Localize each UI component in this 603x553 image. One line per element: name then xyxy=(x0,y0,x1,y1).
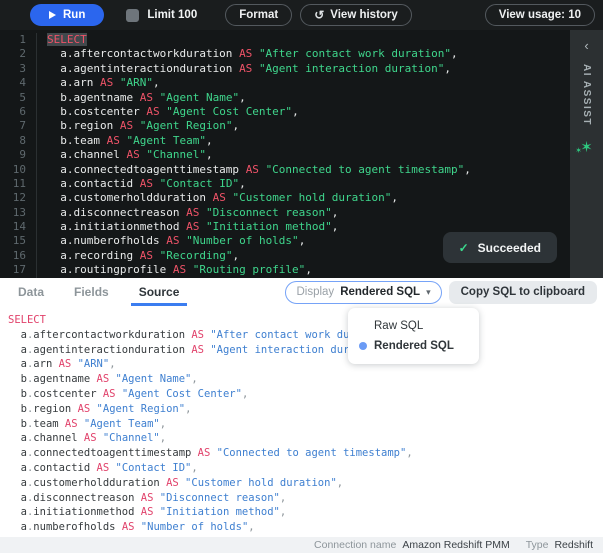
rendered-sql-line: a.numberofholds AS "Number of holds", xyxy=(8,520,603,535)
view-history-label: View history xyxy=(330,9,398,21)
rendered-sql-line: b.team AS "Agent Team", xyxy=(8,417,603,432)
code-line: a.channel AS "Channel", xyxy=(47,148,471,162)
line-number: 9 xyxy=(0,148,26,162)
rendered-sql-line: a.initiationmethod AS "Initiation method… xyxy=(8,505,603,520)
line-number: 5 xyxy=(0,91,26,105)
code-line: a.aftercontactworkduration AS "After con… xyxy=(47,47,471,61)
tab-data[interactable]: Data xyxy=(10,278,52,306)
tabs: Data Fields Source xyxy=(10,278,201,306)
code-line: b.agentname AS "Agent Name", xyxy=(47,91,471,105)
line-number: 3 xyxy=(0,62,26,76)
code-line: a.recording AS "Recording", xyxy=(47,249,471,263)
display-dropdown-menu: Raw SQLRendered SQL xyxy=(348,308,479,364)
display-select-label: Display xyxy=(296,286,334,298)
connection-statusbar: Connection name Amazon Redshift PMM Type… xyxy=(0,537,603,553)
view-usage-label: View usage: 10 xyxy=(499,9,581,21)
line-number: 7 xyxy=(0,119,26,133)
limit-checkbox-group: Limit 100 xyxy=(126,9,197,22)
code-line: b.region AS "Agent Region", xyxy=(47,119,471,133)
code-line: a.connectedtoagenttimestamp AS "Connecte… xyxy=(47,163,471,177)
rendered-sql-line: a.arn AS "ARN", xyxy=(8,357,603,372)
line-number: 15 xyxy=(0,234,26,248)
collapse-chevron-icon[interactable]: ‹ xyxy=(584,39,588,52)
format-button[interactable]: Format xyxy=(225,4,292,26)
top-toolbar: Run Limit 100 Format ↺ View history View… xyxy=(0,0,603,30)
code-line: b.costcenter AS "Agent Cost Center", xyxy=(47,105,471,119)
code-line: a.agentinteractionduration AS "Agent int… xyxy=(47,62,471,76)
code-line: a.routingprofile AS "Routing profile", xyxy=(47,263,471,277)
tab-actions: Display Rendered SQL ▾ Copy SQL to clipb… xyxy=(285,281,597,304)
code-line: a.arn AS "ARN", xyxy=(47,76,471,90)
rendered-sql-line: SELECT xyxy=(8,313,603,328)
line-number-gutter: 1234567891011121314151617 xyxy=(0,33,37,278)
view-history-button[interactable]: ↺ View history xyxy=(300,4,412,26)
run-button-label: Run xyxy=(63,9,85,21)
code-line: b.team AS "Agent Team", xyxy=(47,134,471,148)
rendered-sql-line: a.aftercontactworkduration AS "After con… xyxy=(8,328,603,343)
code-line: SELECT xyxy=(47,33,471,47)
menu-option-raw-sql[interactable]: Raw SQL xyxy=(348,316,479,336)
rendered-sql-line: b.costcenter AS "Agent Cost Center", xyxy=(8,387,603,402)
tab-fields[interactable]: Fields xyxy=(66,278,117,306)
type-value: Redshift xyxy=(554,539,593,551)
rendered-sql-line: a.agentinteractionduration AS "Agent int… xyxy=(8,343,603,358)
status-badge-label: Succeeded xyxy=(478,241,541,255)
rendered-sql-view: SELECT a.aftercontactworkduration AS "Af… xyxy=(0,306,603,537)
line-number: 16 xyxy=(0,249,26,263)
type-label: Type xyxy=(526,539,549,551)
display-select[interactable]: Display Rendered SQL ▾ xyxy=(285,281,441,304)
line-number: 2 xyxy=(0,47,26,61)
code-line: a.initiationmethod AS "Initiation method… xyxy=(47,220,471,234)
chevron-down-icon: ▾ xyxy=(426,287,431,298)
line-number: 8 xyxy=(0,134,26,148)
line-number: 10 xyxy=(0,163,26,177)
copy-sql-button[interactable]: Copy SQL to clipboard xyxy=(449,281,597,304)
limit-checkbox[interactable] xyxy=(126,9,139,22)
selected-radio-dot xyxy=(359,342,367,350)
line-number: 4 xyxy=(0,76,26,90)
display-select-value: Rendered SQL xyxy=(340,286,420,298)
result-tabbar: Data Fields Source Display Rendered SQL ▾ … xyxy=(0,278,603,306)
rendered-sql-line: a.contactid AS "Contact ID", xyxy=(8,461,603,476)
editor-region: 1234567891011121314151617 SELECT a.after… xyxy=(0,30,603,278)
code-line: a.contactid AS "Contact ID", xyxy=(47,177,471,191)
line-number: 17 xyxy=(0,263,26,277)
format-button-label: Format xyxy=(239,9,278,21)
radio-dot xyxy=(359,322,367,330)
ai-assist-panel: ‹ AI ASSIST ✶✶ xyxy=(570,30,603,278)
tab-source[interactable]: Source xyxy=(131,278,188,306)
view-usage-button[interactable]: View usage: 10 xyxy=(485,4,595,26)
rendered-sql-line: a.customerholdduration AS "Customer hold… xyxy=(8,476,603,491)
limit-label: Limit 100 xyxy=(147,9,197,21)
rendered-sql-line: a.channel AS "Channel", xyxy=(8,431,603,446)
editor-code[interactable]: SELECT a.aftercontactworkduration AS "Af… xyxy=(37,33,471,278)
rendered-sql-line: b.region AS "Agent Region", xyxy=(8,402,603,417)
code-line: a.customerholdduration AS "Customer hold… xyxy=(47,191,471,205)
connection-name-value: Amazon Redshift PMM xyxy=(402,539,509,551)
line-number: 11 xyxy=(0,177,26,191)
connection-name-label: Connection name xyxy=(314,539,396,551)
play-icon xyxy=(49,11,56,19)
line-number: 14 xyxy=(0,220,26,234)
line-number: 12 xyxy=(0,191,26,205)
ai-assist-label: AI ASSIST xyxy=(581,64,592,126)
check-icon: ✓ xyxy=(459,241,469,255)
rendered-sql-line: a.connectedtoagenttimestamp AS "Connecte… xyxy=(8,446,603,461)
status-badge: ✓ Succeeded xyxy=(443,232,557,263)
line-number: 1 xyxy=(0,33,26,47)
run-button[interactable]: Run xyxy=(30,4,104,26)
line-number: 6 xyxy=(0,105,26,119)
menu-option-rendered-sql[interactable]: Rendered SQL xyxy=(348,336,479,356)
code-line: a.numberofholds AS "Number of holds", xyxy=(47,234,471,248)
ai-sparkle-icon[interactable]: ✶✶ xyxy=(580,140,593,155)
code-line: a.disconnectreason AS "Disconnect reason… xyxy=(47,206,471,220)
copy-sql-label: Copy SQL to clipboard xyxy=(461,286,585,298)
rendered-sql-line: b.agentname AS "Agent Name", xyxy=(8,372,603,387)
line-number: 13 xyxy=(0,206,26,220)
rendered-sql-line: a.disconnectreason AS "Disconnect reason… xyxy=(8,491,603,506)
history-icon: ↺ xyxy=(314,9,324,21)
